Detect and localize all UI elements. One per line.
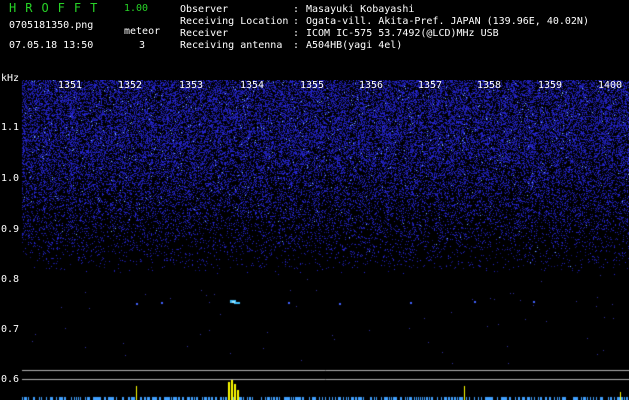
x-tick: 1400 [598, 80, 623, 91]
observer-value: Masayuki Kobayashi [306, 4, 415, 15]
x-tick: 1353 [179, 80, 204, 91]
app-version: 1.00 [124, 3, 149, 14]
y-tick: 0.7 [1, 324, 20, 335]
y-tick: 1.0 [1, 173, 20, 184]
y-tick: 1.1 [1, 122, 20, 133]
y-tick: 0.6 [1, 374, 20, 385]
spectrogram [0, 80, 629, 400]
y-axis-unit: kHz [1, 73, 20, 84]
file-name: 0705181350.png [9, 20, 94, 31]
app-title: HROFFT [9, 1, 107, 15]
location-label: Receiving Location [180, 16, 289, 27]
location-colon: : [293, 16, 300, 27]
location-value: Ogata-vill. Akita-Pref. JAPAN (139.96E, … [306, 16, 589, 27]
x-tick: 1351 [58, 80, 83, 91]
x-tick: 1355 [300, 80, 325, 91]
header-panel: HROFFT 1.00 0705181350.png meteor 07.05.… [0, 0, 629, 80]
x-tick: 1357 [418, 80, 443, 91]
y-tick: 0.9 [1, 224, 20, 235]
x-tick: 1358 [477, 80, 502, 91]
observer-colon: : [293, 4, 300, 15]
observer-label: Observer [180, 4, 229, 15]
capture-datetime: 07.05.18 13:50 [9, 40, 94, 51]
antenna-colon: : [293, 40, 300, 51]
x-tick: 1359 [538, 80, 563, 91]
x-tick: 1354 [240, 80, 265, 91]
meteor-count: 3 [139, 40, 146, 51]
antenna-value: A504HB(yagi 4el) [306, 40, 403, 51]
antenna-label: Receiving antenna [180, 40, 283, 51]
x-tick: 1356 [359, 80, 384, 91]
receiver-value: ICOM IC-575 53.7492(@LCD)MHz USB [306, 28, 499, 39]
x-tick: 1352 [118, 80, 143, 91]
receiver-label: Receiver [180, 28, 229, 39]
receiver-colon: : [293, 28, 300, 39]
meteor-label: meteor [124, 26, 161, 37]
y-tick: 0.8 [1, 274, 20, 285]
